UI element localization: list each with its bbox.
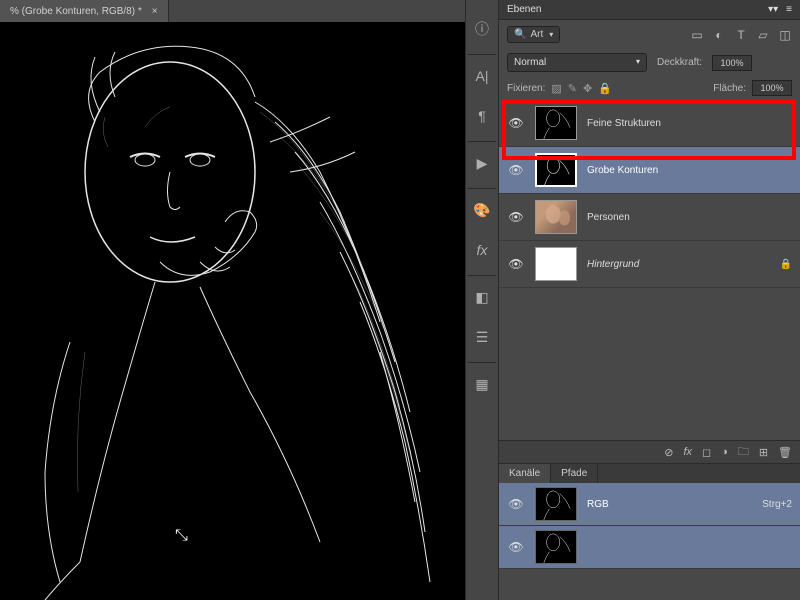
- document-tab[interactable]: % (Grobe Konturen, RGB/8) * ×: [0, 0, 169, 22]
- layer-name: Personen: [587, 212, 792, 223]
- delete-layer-icon[interactable]: 🗑: [778, 446, 792, 459]
- layer-filter-select[interactable]: 🔍 Art ▾: [507, 26, 560, 43]
- filter-label: Art: [530, 29, 543, 40]
- visibility-toggle[interactable]: 👁: [507, 540, 525, 554]
- layers-panel-title: Ebenen: [507, 4, 541, 15]
- adjustment-layer-icon[interactable]: ◑: [721, 446, 728, 458]
- visibility-toggle[interactable]: 👁: [507, 497, 525, 511]
- layer-fx-icon[interactable]: fx: [683, 446, 692, 458]
- channel-thumbnail[interactable]: [535, 530, 577, 564]
- channels-panel: Kanäle Pfade 👁 RGB Strg+2 👁: [499, 464, 800, 600]
- group-icon[interactable]: 🗀: [738, 443, 749, 462]
- channel-name: RGB: [587, 499, 752, 510]
- layers-panel-header: Ebenen ▾▾ ≡: [499, 0, 800, 20]
- canvas[interactable]: ⤡: [0, 22, 465, 600]
- eye-icon: 👁: [508, 163, 523, 177]
- lock-row: Fixieren: ▨ ✎ ✥ 🔒 Fläche: 100%: [499, 76, 800, 100]
- layer-thumbnail[interactable]: [535, 200, 577, 234]
- collapse-icon[interactable]: ▾▾: [768, 4, 778, 15]
- tab-channels[interactable]: Kanäle: [499, 464, 551, 483]
- lock-position-icon[interactable]: ✥: [583, 82, 592, 95]
- fill-field[interactable]: 100%: [752, 80, 792, 96]
- layers-bottom-toolbar: ⊘ fx ◻ ◑ 🗀 ⊞ 🗑: [499, 440, 800, 464]
- eye-icon: 👁: [508, 257, 523, 271]
- channel-shortcut: Strg+2: [762, 499, 792, 510]
- info-panel-icon[interactable]: ⓘ: [467, 14, 497, 44]
- visibility-toggle[interactable]: 👁: [507, 210, 525, 224]
- visibility-toggle[interactable]: 👁: [507, 257, 525, 271]
- styles-panel-icon[interactable]: fx: [467, 235, 497, 265]
- eye-icon: 👁: [508, 116, 523, 130]
- channels-tabs: Kanäle Pfade: [499, 464, 800, 483]
- layer-thumbnail[interactable]: [535, 247, 577, 281]
- filter-type-icon[interactable]: T: [734, 28, 748, 42]
- layer-name: Feine Strukturen: [587, 118, 792, 129]
- document-tab-bar: % (Grobe Konturen, RGB/8) * ×: [0, 0, 169, 22]
- panel-menu-icon[interactable]: ≡: [786, 4, 792, 15]
- layer-filter-toolbar: 🔍 Art ▾ ▭ ◐ T ▱ ◫: [499, 20, 800, 49]
- blend-mode-select[interactable]: Normal: [507, 53, 647, 72]
- eye-icon: 👁: [508, 210, 523, 224]
- layers-list: 👁 Feine Strukturen 👁 Grobe Konturen 👁 Pe…: [499, 100, 800, 288]
- search-icon: 🔍: [514, 29, 526, 40]
- layer-row-grobe-konturen[interactable]: 👁 Grobe Konturen: [499, 147, 800, 194]
- link-layers-icon[interactable]: ⊘: [664, 446, 673, 459]
- chevron-down-icon: ▾: [549, 30, 553, 39]
- paragraph-panel-icon[interactable]: ¶: [467, 101, 497, 131]
- layer-name: Hintergrund: [587, 259, 770, 270]
- tab-title: % (Grobe Konturen, RGB/8) *: [10, 6, 142, 17]
- new-layer-icon[interactable]: ⊞: [759, 446, 768, 459]
- lock-transparent-icon[interactable]: ▨: [551, 82, 561, 95]
- fill-label: Fläche:: [713, 83, 746, 94]
- lock-icon: 🔒: [780, 259, 792, 270]
- layer-row-personen[interactable]: 👁 Personen: [499, 194, 800, 241]
- channel-row-rgb[interactable]: 👁 RGB Strg+2: [499, 483, 800, 526]
- play-icon[interactable]: ▶: [467, 148, 497, 178]
- blend-mode-row: Normal Deckkraft: 100%: [499, 49, 800, 76]
- close-icon[interactable]: ×: [152, 6, 158, 17]
- layer-row-feine-strukturen[interactable]: 👁 Feine Strukturen: [499, 100, 800, 147]
- filter-image-icon[interactable]: ▭: [690, 28, 704, 42]
- tab-paths[interactable]: Pfade: [551, 464, 598, 483]
- eye-icon: 👁: [508, 540, 523, 554]
- layer-thumbnail[interactable]: [535, 153, 577, 187]
- opacity-field[interactable]: 100%: [712, 55, 752, 71]
- lock-label: Fixieren:: [507, 83, 545, 94]
- layer-thumbnail[interactable]: [535, 106, 577, 140]
- panel-icon[interactable]: ▦: [467, 369, 497, 399]
- canvas-image: ⤡: [0, 22, 465, 600]
- swatches-panel-icon[interactable]: 🎨: [467, 195, 497, 225]
- filter-shape-icon[interactable]: ▱: [756, 28, 770, 42]
- visibility-toggle[interactable]: 👁: [507, 116, 525, 130]
- lock-all-icon[interactable]: 🔒: [598, 82, 612, 95]
- channel-thumbnail[interactable]: [535, 487, 577, 521]
- layer-name: Grobe Konturen: [587, 165, 792, 176]
- lock-paint-icon[interactable]: ✎: [568, 82, 577, 95]
- visibility-toggle[interactable]: 👁: [507, 163, 525, 177]
- filter-smart-icon[interactable]: ◫: [778, 28, 792, 42]
- filter-adjustment-icon[interactable]: ◐: [712, 28, 726, 42]
- adjustments-panel-icon[interactable]: ◧: [467, 282, 497, 312]
- eye-icon: 👁: [508, 497, 523, 511]
- collapsed-panel-dock: ⓘ A| ¶ ▶ 🎨 fx ◧ ☰ ▦: [465, 0, 499, 600]
- channel-row[interactable]: 👁: [499, 526, 800, 569]
- layer-row-hintergrund[interactable]: 👁 Hintergrund 🔒: [499, 241, 800, 288]
- layer-mask-icon[interactable]: ◻: [702, 446, 711, 459]
- layers-extra-icon[interactable]: ☰: [467, 322, 497, 352]
- character-panel-icon[interactable]: A|: [467, 61, 497, 91]
- opacity-label: Deckkraft:: [657, 57, 702, 68]
